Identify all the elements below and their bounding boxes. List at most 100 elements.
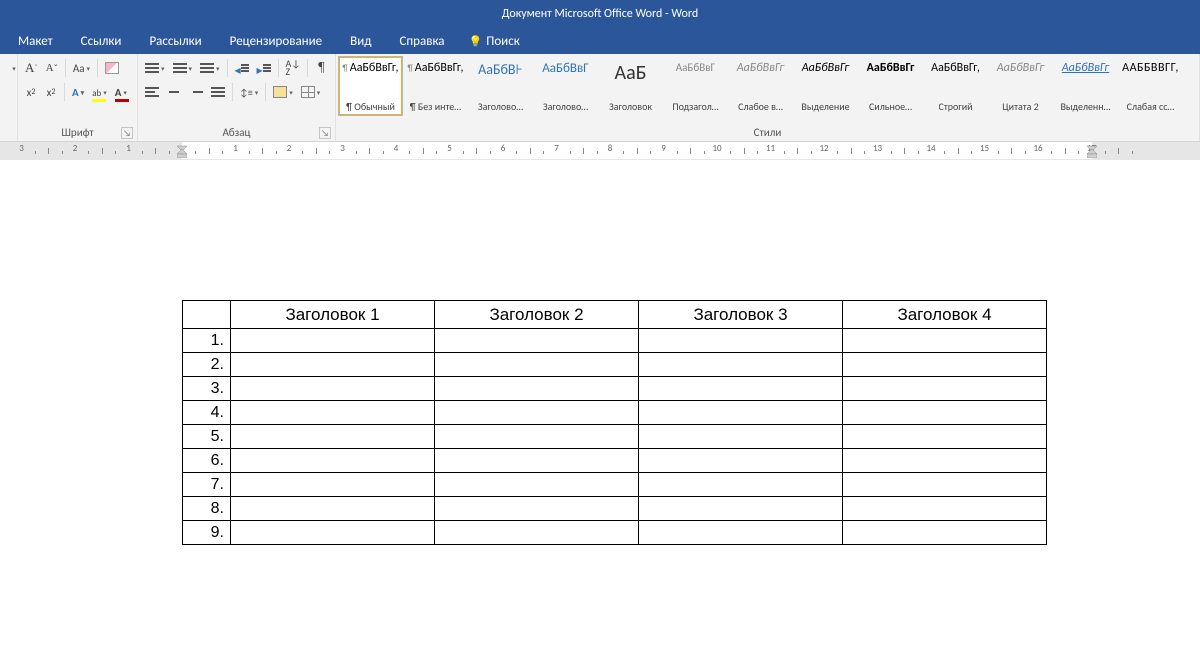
paragraph-dialog-launcher[interactable]: ↘ [319,127,331,139]
table-cell[interactable] [231,425,435,449]
table-row-number[interactable]: 5. [183,425,231,449]
style-item[interactable]: АаБбВвГгВыделение [793,56,858,116]
grow-font-button[interactable]: ˆ [22,58,41,78]
tab-layout[interactable]: Макет [4,28,67,54]
style-item[interactable]: ААББВВГГ,Слабая сс… [1118,56,1183,116]
increase-indent-button[interactable]: ▶ [254,58,274,78]
shading-button[interactable] [270,82,296,102]
font-color-button[interactable]: A [112,82,130,102]
style-item[interactable]: АаБбВвГг,¶ Без инте… [403,56,468,116]
table-row-number[interactable]: 8. [183,497,231,521]
table-cell[interactable] [639,401,843,425]
table-header-cell[interactable]: Заголовок 2 [435,301,639,329]
table-cell[interactable] [639,353,843,377]
page[interactable]: Заголовок 1Заголовок 2Заголовок 3Заголов… [0,170,1200,545]
table-cell[interactable] [231,401,435,425]
align-left-button[interactable] [142,82,162,102]
table-cell[interactable] [231,497,435,521]
table-row-number[interactable]: 4. [183,401,231,425]
table-header-cell[interactable]: Заголовок 1 [231,301,435,329]
table-row-number[interactable]: 6. [183,449,231,473]
style-item[interactable]: АаБбВвГЗаголово… [533,56,598,116]
table-cell[interactable] [843,497,1047,521]
style-label: ¶ Обычный [346,100,395,113]
table-cell[interactable] [843,401,1047,425]
table-cell[interactable] [231,329,435,353]
table-cell[interactable] [843,377,1047,401]
table-cell[interactable] [231,449,435,473]
change-case-button[interactable]: Aa [70,58,93,78]
table-cell[interactable] [843,473,1047,497]
style-item[interactable]: АаБбВвГг,¶ Обычный [338,56,403,116]
table-row-number[interactable]: 3. [183,377,231,401]
highlight-button[interactable]: ab [89,82,110,102]
tab-review[interactable]: Рецензирование [216,28,336,54]
table-cell[interactable] [843,353,1047,377]
table-cell[interactable] [435,497,639,521]
show-marks-button[interactable]: ¶ [312,58,330,78]
decrease-indent-button[interactable]: ◀ [232,58,252,78]
table-cell[interactable] [639,329,843,353]
table-cell[interactable] [231,353,435,377]
clear-format-button[interactable] [102,58,122,78]
style-item[interactable]: АаБбВ⊦Заголово… [468,56,533,116]
align-right-button[interactable] [186,82,206,102]
numbering-button[interactable] [170,58,196,78]
table-cell[interactable] [435,449,639,473]
table-cell[interactable] [843,449,1047,473]
borders-button[interactable] [298,82,324,102]
line-spacing-button[interactable]: ↕≡ [237,82,261,102]
style-item[interactable]: АаБбВвГг,Строгий [923,56,988,116]
table-cell[interactable] [435,473,639,497]
table-cell[interactable] [639,377,843,401]
table-cell[interactable] [639,449,843,473]
table-cell[interactable] [843,329,1047,353]
table-header-cell[interactable]: Заголовок 3 [639,301,843,329]
table-cell[interactable] [435,353,639,377]
table-cell[interactable] [639,521,843,545]
table-cell[interactable] [435,521,639,545]
table-row-number[interactable]: 1. [183,329,231,353]
table-row-number[interactable]: 7. [183,473,231,497]
shrink-font-button[interactable]: ˇ [43,58,61,78]
font-dialog-launcher[interactable]: ↘ [121,127,133,139]
tab-mailings[interactable]: Рассылки [135,28,215,54]
table-header-cell[interactable]: Заголовок 4 [843,301,1047,329]
style-item[interactable]: АаБбВвГПодзагол… [663,56,728,116]
style-item[interactable]: АаБбВвГгВыделенн… [1053,56,1118,116]
tab-help[interactable]: Справка [385,28,458,54]
text-effects-button[interactable]: A [69,82,87,102]
table-row-number[interactable]: 9. [183,521,231,545]
align-center-button[interactable] [164,82,184,102]
multilevel-list-button[interactable] [197,58,223,78]
style-item[interactable]: АаБбВвГгЦитата 2 [988,56,1053,116]
sort-button[interactable]: A↓Z [283,58,304,78]
paint-bucket-icon [273,86,287,98]
superscript-button[interactable]: x2 [42,82,60,102]
style-item[interactable]: АаБбВвГгСильное… [858,56,923,116]
tab-view[interactable]: Вид [336,28,385,54]
table-cell[interactable] [843,425,1047,449]
table-cell[interactable] [231,377,435,401]
horizontal-ruler[interactable]: 3211234567891011121314151617 [0,142,1200,160]
table-cell[interactable] [435,425,639,449]
justify-button[interactable] [208,82,228,102]
table-cell[interactable] [435,401,639,425]
subscript-button[interactable]: 2 [22,82,40,102]
table-row-number[interactable]: 2. [183,353,231,377]
table-cell[interactable] [639,473,843,497]
table-cell[interactable] [843,521,1047,545]
tell-me-search[interactable]: 💡 Поиск [459,34,530,49]
document-table[interactable]: Заголовок 1Заголовок 2Заголовок 3Заголов… [182,300,1047,545]
table-cell[interactable] [231,521,435,545]
bullets-button[interactable] [142,58,168,78]
table-cell[interactable] [435,329,639,353]
table-cell[interactable] [639,425,843,449]
tab-references[interactable]: Ссылки [67,28,136,54]
table-cell[interactable] [435,377,639,401]
style-item[interactable]: АаБбВвГгСлабое в… [728,56,793,116]
table-cell[interactable] [231,473,435,497]
table-cell[interactable] [639,497,843,521]
style-item[interactable]: АаБЗаголовок [598,56,663,116]
document-area[interactable]: Заголовок 1Заголовок 2Заголовок 3Заголов… [0,160,1200,648]
